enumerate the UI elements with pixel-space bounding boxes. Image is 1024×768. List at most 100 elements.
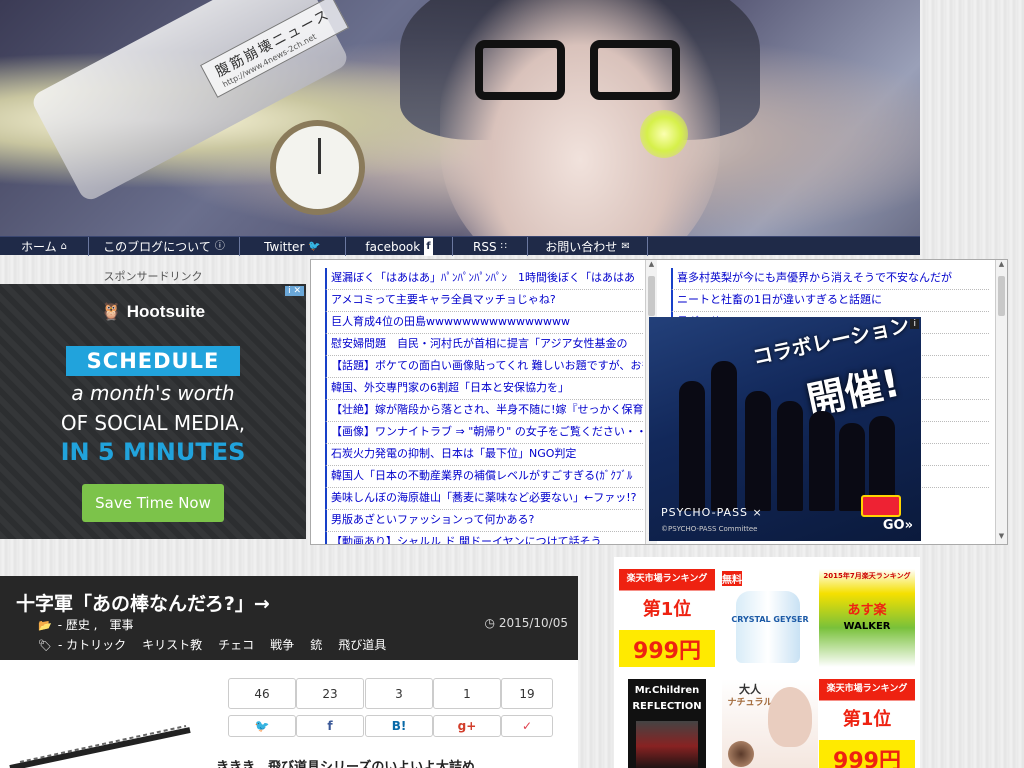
clock-icon: ◷ xyxy=(484,616,495,630)
product-ad-beer-1[interactable]: 楽天市場ランキング 第1位 999円 xyxy=(619,569,715,667)
nav-item-contact[interactable]: お問い合わせ ✉ xyxy=(528,237,648,256)
share-box-twitter: 46 🐦 xyxy=(228,678,296,737)
product-name-text: REFLECTION xyxy=(632,701,702,712)
hootsuite-logo: 🦉 Hootsuite xyxy=(0,302,306,322)
psycho-ad-figure xyxy=(679,381,705,511)
product-ad-cd[interactable]: Mr.Children REFLECTION xyxy=(628,679,706,768)
psycho-ad-game-logo xyxy=(861,495,901,517)
headline-link[interactable]: 韓国、外交専門家の6割超「日本と安保協力を」 xyxy=(325,378,643,400)
hootsuite-ad[interactable]: i ✕ 🦉 Hootsuite SCHEDULE a month's worth… xyxy=(0,284,306,539)
owl-icon: 🦉 xyxy=(100,302,127,321)
nav-label-rss: RSS xyxy=(473,239,497,254)
hootsuite-line-1: a month's worth xyxy=(71,381,235,405)
psycho-ad-figure xyxy=(711,361,737,511)
tag-link[interactable]: 銃 xyxy=(310,638,322,652)
sponsor-label: スポンサードリンク xyxy=(103,270,203,283)
hatena-icon[interactable]: B! xyxy=(365,715,433,737)
header-glasses-right xyxy=(590,40,680,100)
hootsuite-line-3: IN 5 MINUTES xyxy=(60,438,246,466)
headline-link[interactable]: ニートと社畜の1日が違いすぎると話題に xyxy=(671,290,989,312)
tag-link[interactable]: 飛び道具 xyxy=(338,638,386,652)
ad-choices-icon[interactable]: i ✕ xyxy=(285,286,304,296)
tag-link[interactable]: チェコ xyxy=(218,638,254,652)
site-header-banner[interactable]: 腹筋崩壊ニュース http://www.4news-2ch.net xyxy=(0,0,920,236)
nav-item-twitter[interactable]: Twitter 🐦 xyxy=(240,237,346,256)
ad-info-icon[interactable]: i xyxy=(910,319,919,329)
headline-link[interactable]: 【動画あり】シャルル ド 開ドーイヤンにつけて話そう xyxy=(325,532,643,544)
nav-item-facebook[interactable]: facebook f xyxy=(346,237,453,256)
headline-link[interactable]: 遅漏ぼく「はあはあ」ﾊﾟﾝﾊﾟﾝﾊﾟﾝﾊﾟﾝ 1時間後ぼく「はあはあ xyxy=(325,268,643,290)
scroll-up-arrow-icon[interactable]: ▲ xyxy=(996,260,1007,272)
tag-link[interactable]: カトリック xyxy=(66,638,126,652)
category-links[interactable]: 歴史 , 軍事 xyxy=(66,618,134,632)
article-date: ◷ 2015/10/05 xyxy=(485,616,568,630)
arrow-illustration xyxy=(9,725,191,768)
share-box-facebook: 23 f xyxy=(296,678,364,737)
tag-icon: 🏷 xyxy=(38,639,52,652)
nav-label-home: ホーム xyxy=(21,239,57,254)
tag-link[interactable]: 戦争 xyxy=(270,638,294,652)
headline-link[interactable]: 喜多村英梨が今にも声優界から消えそうで不安なんだが xyxy=(671,268,989,290)
facebook-icon[interactable]: f xyxy=(296,715,364,737)
share-count: 46 xyxy=(228,678,296,709)
folder-icon: 📂 xyxy=(38,619,52,632)
product-top-text: 楽天市場ランキング xyxy=(626,574,708,584)
product-ad-contact-lens[interactable]: 大人 ナチュラル xyxy=(722,679,818,768)
headline-link[interactable]: 慰安婦問題 自民・河村氏が首相に提言「アジア女性基金の xyxy=(325,334,643,356)
scroll-thumb[interactable] xyxy=(998,276,1005,316)
nav-item-rss[interactable]: RSS ∷ xyxy=(453,237,528,256)
product-price-text: 999円 xyxy=(833,749,901,768)
scroll-thumb[interactable] xyxy=(648,276,655,316)
scroll-down-arrow-icon[interactable]: ▼ xyxy=(996,532,1007,544)
psycho-ad-figure xyxy=(777,401,803,511)
product-ad-water[interactable]: 送料無料 CRYSTAL GEYSER xyxy=(722,569,818,667)
psycho-ad-logo: PSYCHO-PASS × xyxy=(661,506,763,519)
home-icon: ⌂ xyxy=(60,240,67,252)
facebook-icon: f xyxy=(424,237,433,256)
nav-label-contact: お問い合わせ xyxy=(545,239,618,254)
nav-item-home[interactable]: ホーム ⌂ xyxy=(0,237,89,256)
links-right-scrollbar[interactable]: ▲ ▼ xyxy=(995,260,1007,544)
scroll-up-arrow-icon[interactable]: ▲ xyxy=(646,260,657,272)
headline-link[interactable]: アメコミって主要キャラ全員マッチョじゃね? xyxy=(325,290,643,312)
article-title[interactable]: 十字軍「あの棒なんだろ?」→ xyxy=(16,589,270,616)
headline-link[interactable]: 美味しんぼの海原雄山「蕎麦に薬味など必要ない」←ファッ!? xyxy=(325,488,643,510)
headline-link[interactable]: 韓国人「日本の不動産業界の補償レベルがすごすぎる(ｶﾞｸﾌﾞﾙ xyxy=(325,466,643,488)
hootsuite-line-2: OF SOCIAL MEDIA, xyxy=(60,411,246,435)
product-ad-beer-2[interactable]: 2015年7月楽天ランキング あす楽 WALKER xyxy=(819,569,915,667)
tag-link[interactable]: キリスト教 xyxy=(142,638,202,652)
article-body: 46 🐦 23 f 3 B! 1 g+ 19 ✓ ききき 飛び道具シリーズのいよいよ大詰め xyxy=(0,660,578,768)
pocket-icon[interactable]: ✓ xyxy=(501,715,553,737)
psycho-ad-go-button[interactable]: GO» xyxy=(883,518,913,533)
share-box-hatena: 3 B! xyxy=(365,678,433,737)
tag-list: カトリック キリスト教 チェコ 戦争 銃 飛び道具 xyxy=(66,638,402,652)
article-body-text: ききき 飛び道具シリーズのいよいよ大詰め xyxy=(216,760,475,768)
hootsuite-logo-text: Hootsuite xyxy=(126,302,206,321)
headline-link[interactable]: 【壮絶】嫁が階段から落とされ、半身不随に!嫁『せっかく保育 xyxy=(325,400,643,422)
twitter-icon[interactable]: 🐦 xyxy=(228,715,296,737)
psycho-pass-ad[interactable]: コラボレーション 開催! PSYCHO-PASS × ©PSYCHO-PASS … xyxy=(649,317,921,541)
article-header: 十字軍「あの棒なんだろ?」→ 📂 - 歴史 , 軍事 🏷 - カトリック キリスト教チ… xyxy=(0,576,578,660)
date-text: 2015/10/05 xyxy=(498,616,568,630)
lens-image xyxy=(728,741,754,767)
hootsuite-cta-button[interactable]: Save Time Now xyxy=(82,484,224,522)
product-name-text: CRYSTAL GEYSER xyxy=(731,615,809,624)
header-glow-effect xyxy=(640,110,688,158)
product-price-text: 999円 xyxy=(633,639,701,664)
product-sub-text: WALKER xyxy=(843,621,891,632)
headline-link[interactable]: 巨人育成4位の田島wwwwwwwwwwwwwwww xyxy=(325,312,643,334)
googleplus-icon[interactable]: g+ xyxy=(433,715,501,737)
share-box-googleplus: 1 g+ xyxy=(433,678,501,737)
headline-link[interactable]: 【話題】ボケての面白い画像貼ってくれ 難しいお題ですが、おも xyxy=(325,356,643,378)
nav-item-about[interactable]: このブログについて ⓘ xyxy=(89,237,240,256)
twitter-icon: 🐦 xyxy=(308,240,321,252)
product-ad-beer-3[interactable]: 楽天市場ランキング 第1位 999円 xyxy=(819,679,915,768)
headline-link[interactable]: 【画像】ワンナイトラブ ⇒ "朝帰り" の女子をご覧ください・・・ xyxy=(325,422,643,444)
nav-label-facebook: facebook xyxy=(365,239,421,254)
headline-link[interactable]: 石炭火力発電の抑制、日本は「最下位」NGO判定 xyxy=(325,444,643,466)
info-icon: ⓘ xyxy=(214,240,225,252)
headline-link[interactable]: 男版あざといファッションって何かある? xyxy=(325,510,643,532)
links-column-left: 遅漏ぼく「はあはあ」ﾊﾟﾝﾊﾟﾝﾊﾟﾝﾊﾟﾝ 1時間後ぼく「はあはあ アメコミって… xyxy=(325,268,643,544)
header-clock-illustration xyxy=(270,120,365,215)
share-count: 19 xyxy=(501,678,553,709)
